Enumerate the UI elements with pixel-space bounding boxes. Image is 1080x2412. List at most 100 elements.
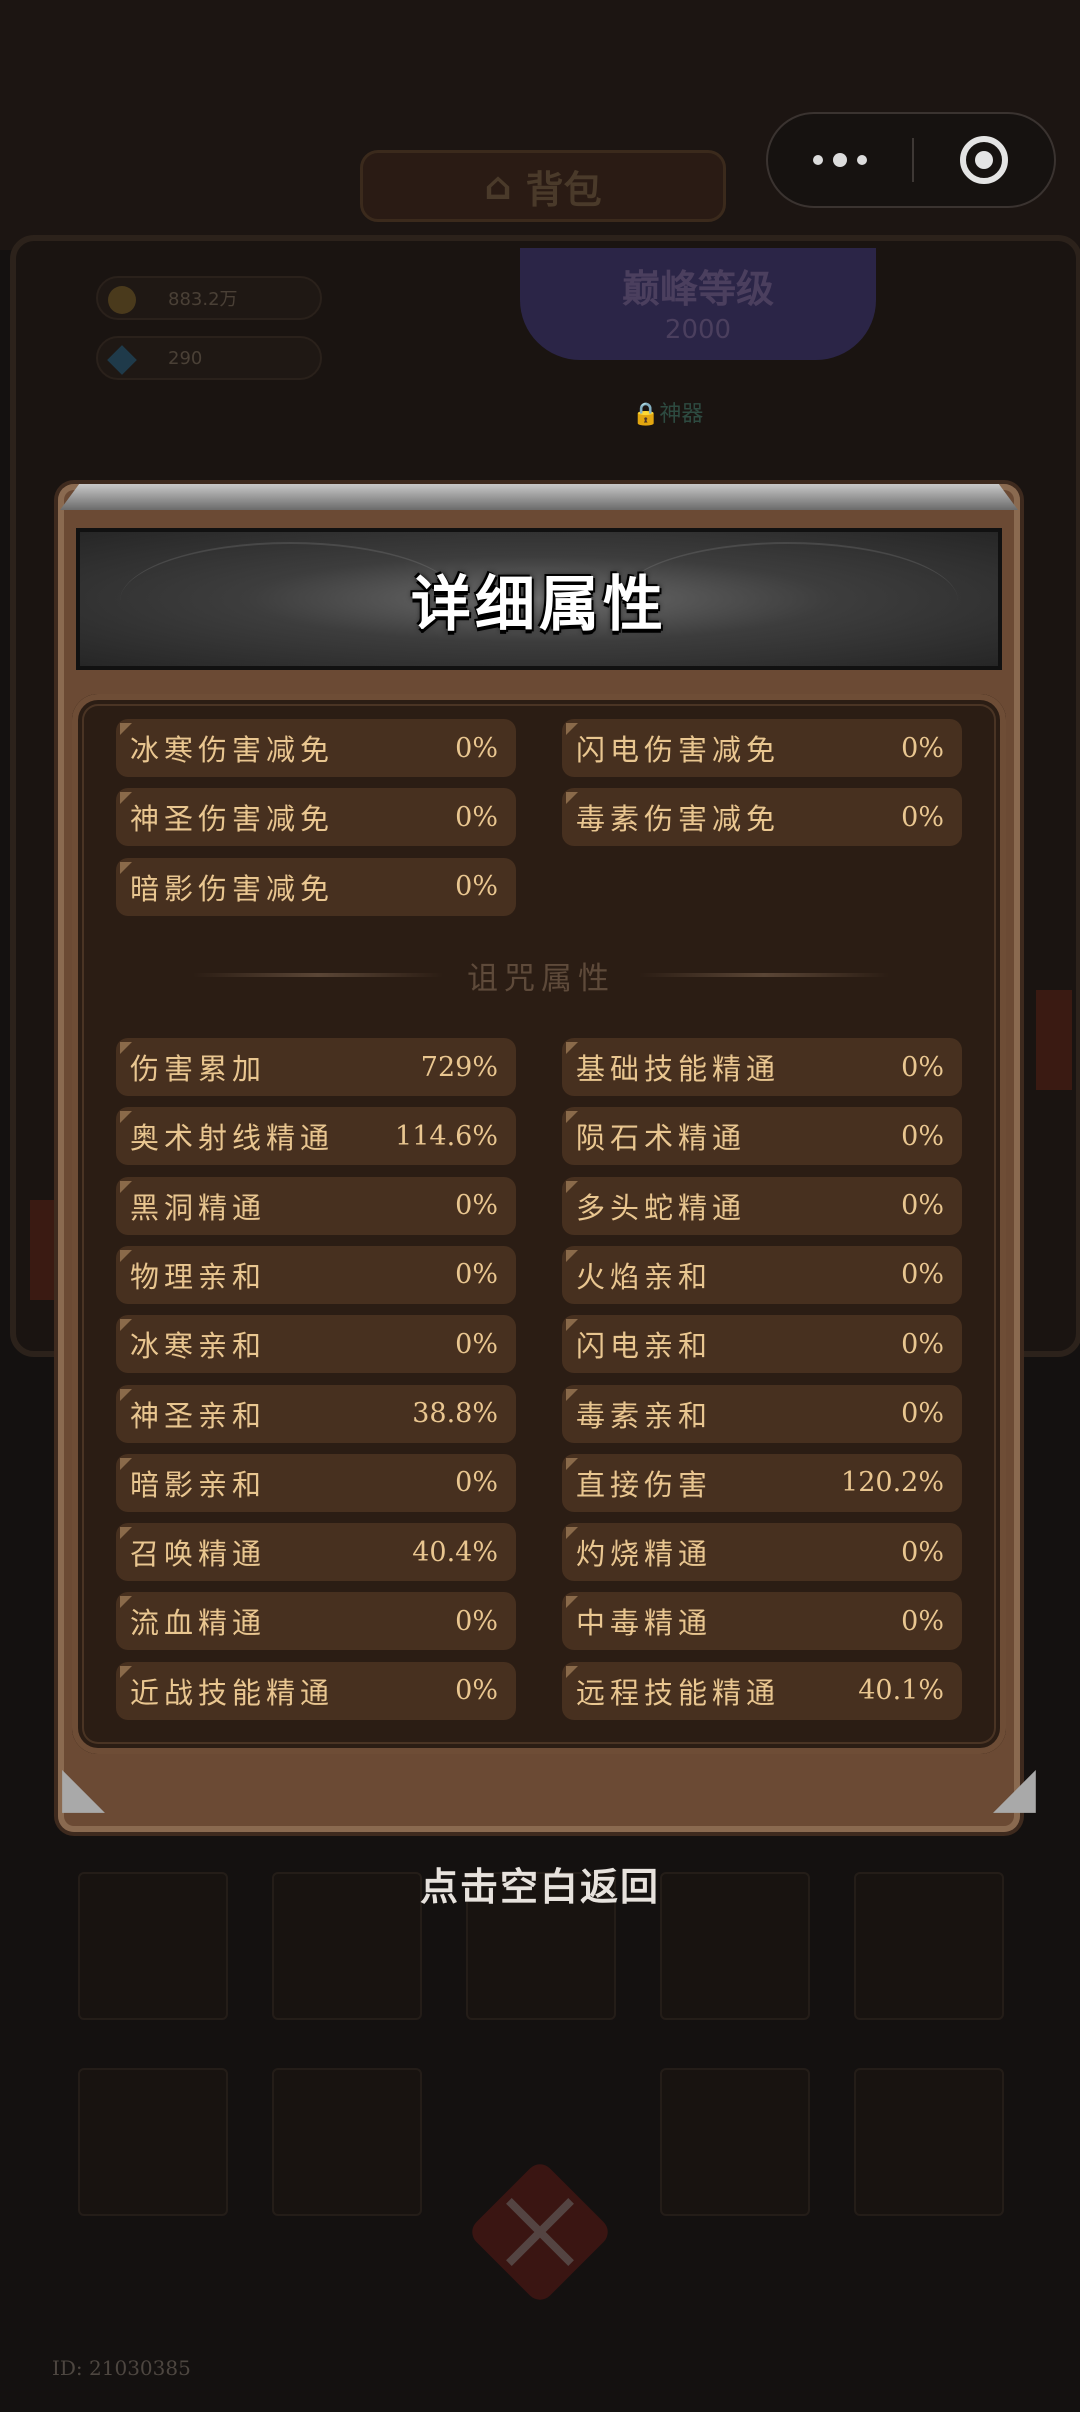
inventory-slot [854, 2068, 1004, 2216]
attribute-row: 闪电亲和 0% [562, 1315, 962, 1374]
target-close-icon[interactable] [960, 136, 1008, 184]
attribute-value: 0% [901, 1536, 944, 1568]
attribute-row: 直接伤害 120.2% [562, 1453, 962, 1512]
attribute-row: 闪电伤害减免 0% [562, 719, 962, 777]
attribute-name: 多头蛇精通 [576, 1190, 747, 1225]
attribute-value: 38.8% [412, 1398, 498, 1429]
divider-line [639, 973, 889, 977]
attribute-value: 0% [455, 871, 498, 903]
attribute-name: 毒素亲和 [576, 1398, 713, 1433]
user-id: ID: 21030385 [52, 2356, 191, 2380]
attribute-row: 伤害累加 729% [116, 1038, 516, 1096]
attribute-value: 114.6% [395, 1120, 498, 1152]
attribute-value: 0% [901, 732, 944, 764]
attribute-value: 0% [901, 1259, 944, 1291]
attribute-value: 0% [901, 1605, 944, 1637]
backpack-icon: ⌂ [484, 164, 512, 208]
attribute-row: 神圣亲和 38.8% [116, 1384, 516, 1443]
gold-amount: 883.2万 [168, 289, 238, 310]
attribute-row: 陨石术精通 0% [562, 1107, 962, 1166]
attribute-value: 0% [901, 1190, 944, 1222]
attribute-row: 流血精通 0% [116, 1592, 516, 1651]
attribute-row: 毒素亲和 0% [562, 1384, 962, 1443]
attribute-name: 闪电伤害减免 [576, 733, 781, 767]
divider-line [193, 973, 443, 977]
attribute-name: 神圣亲和 [130, 1398, 267, 1433]
panel-title: 详细属性 [411, 569, 667, 640]
capsule-separator [912, 138, 914, 182]
artifact-lock-1: 🔒神器 [632, 402, 704, 427]
attribute-row: 灼烧精通 0% [562, 1523, 962, 1582]
backpack-title: 背包 [525, 167, 602, 212]
attribute-name: 灼烧精通 [576, 1537, 713, 1572]
attribute-row: 火焰亲和 0% [562, 1245, 962, 1304]
attribute-name: 伤害累加 [130, 1052, 267, 1086]
attribute-row: 毒素伤害减免 0% [562, 788, 962, 847]
attribute-name: 远程技能精通 [576, 1675, 781, 1710]
peak-level-value: 2000 [664, 315, 732, 345]
more-dots-icon[interactable] [768, 114, 912, 206]
attribute-row: 黑洞精通 0% [116, 1176, 516, 1235]
attribute-value: 0% [901, 1051, 944, 1083]
attribute-name: 神圣伤害减免 [130, 802, 335, 837]
attribute-row: 物理亲和 0% [116, 1245, 516, 1304]
attribute-row: 奥术射线精通 114.6% [116, 1107, 516, 1166]
attribute-name: 冰寒亲和 [130, 1329, 267, 1364]
attribute-name: 直接伤害 [576, 1467, 713, 1502]
attribute-name: 闪电亲和 [576, 1329, 713, 1364]
backpack-title-plate: ⌂ 背包 [360, 150, 726, 222]
attribute-value: 40.1% [858, 1675, 944, 1707]
attribute-row: 暗影亲和 0% [116, 1453, 516, 1512]
attribute-value: 0% [901, 1398, 944, 1429]
attribute-row: 神圣伤害减免 0% [116, 788, 516, 847]
attribute-value: 0% [455, 732, 498, 764]
attribute-value: 40.4% [412, 1536, 498, 1568]
attribute-row: 多头蛇精通 0% [562, 1176, 962, 1235]
attribute-row: 基础技能精通 0% [562, 1038, 962, 1096]
attribute-value: 0% [455, 801, 498, 833]
attribute-row: 近战技能精通 0% [116, 1661, 516, 1720]
curse-section-title: 诅咒属性 [467, 960, 615, 997]
attribute-value: 0% [901, 801, 944, 833]
corner-ornament-left-icon: ◣ [62, 1755, 106, 1820]
attribute-value: 0% [455, 1259, 498, 1291]
attribute-name: 黑洞精通 [130, 1190, 267, 1225]
attribute-name: 奥术射线精通 [130, 1121, 335, 1156]
attribute-value: 0% [455, 1605, 498, 1637]
attribute-name: 毒素伤害减免 [576, 802, 781, 837]
attribute-name: 陨石术精通 [576, 1121, 747, 1156]
attribute-name: 中毒精通 [576, 1606, 713, 1641]
tap-blank-to-return[interactable]: 点击空白返回 [0, 1856, 1080, 1911]
attribute-name: 物理亲和 [130, 1259, 267, 1294]
side-tab-right [1036, 990, 1072, 1090]
attribute-value: 0% [901, 1120, 944, 1152]
attribute-row: 暗影伤害减免 0% [116, 857, 516, 916]
gem-counter: 290 [96, 336, 322, 380]
gold-coin-icon [108, 286, 136, 314]
attribute-name: 冰寒伤害减免 [130, 733, 335, 767]
attribute-name: 基础技能精通 [576, 1052, 781, 1086]
attribute-value: 0% [901, 1328, 944, 1360]
peak-level-label: 巅峰等级 [621, 267, 774, 311]
miniprogram-capsule [766, 112, 1056, 208]
attribute-name: 召唤精通 [130, 1537, 267, 1572]
attribute-name: 近战技能精通 [130, 1675, 335, 1710]
attribute-name: 流血精通 [130, 1606, 267, 1641]
inventory-slot [78, 2068, 228, 2216]
attribute-value: 0% [455, 1328, 498, 1360]
gold-counter: 883.2万 [96, 276, 322, 320]
attribute-value: 120.2% [841, 1467, 944, 1499]
attribute-name: 暗影伤害减免 [130, 871, 335, 906]
attribute-row: 冰寒亲和 0% [116, 1315, 516, 1374]
artifact-lock-label: 神器 [659, 402, 704, 427]
inventory-slot [272, 2068, 422, 2216]
peak-level-badge: 巅峰等级 2000 [520, 248, 876, 360]
panel-header: 详细属性 [76, 528, 1002, 670]
attribute-row: 召唤精通 40.4% [116, 1523, 516, 1582]
curse-section-divider: 诅咒属性 [132, 950, 950, 1000]
attribute-row: 冰寒伤害减免 0% [116, 719, 516, 777]
attribute-name: 火焰亲和 [576, 1259, 713, 1294]
gem-amount: 290 [168, 347, 203, 369]
attribute-name: 暗影亲和 [130, 1467, 267, 1502]
attribute-value: 0% [455, 1467, 498, 1499]
